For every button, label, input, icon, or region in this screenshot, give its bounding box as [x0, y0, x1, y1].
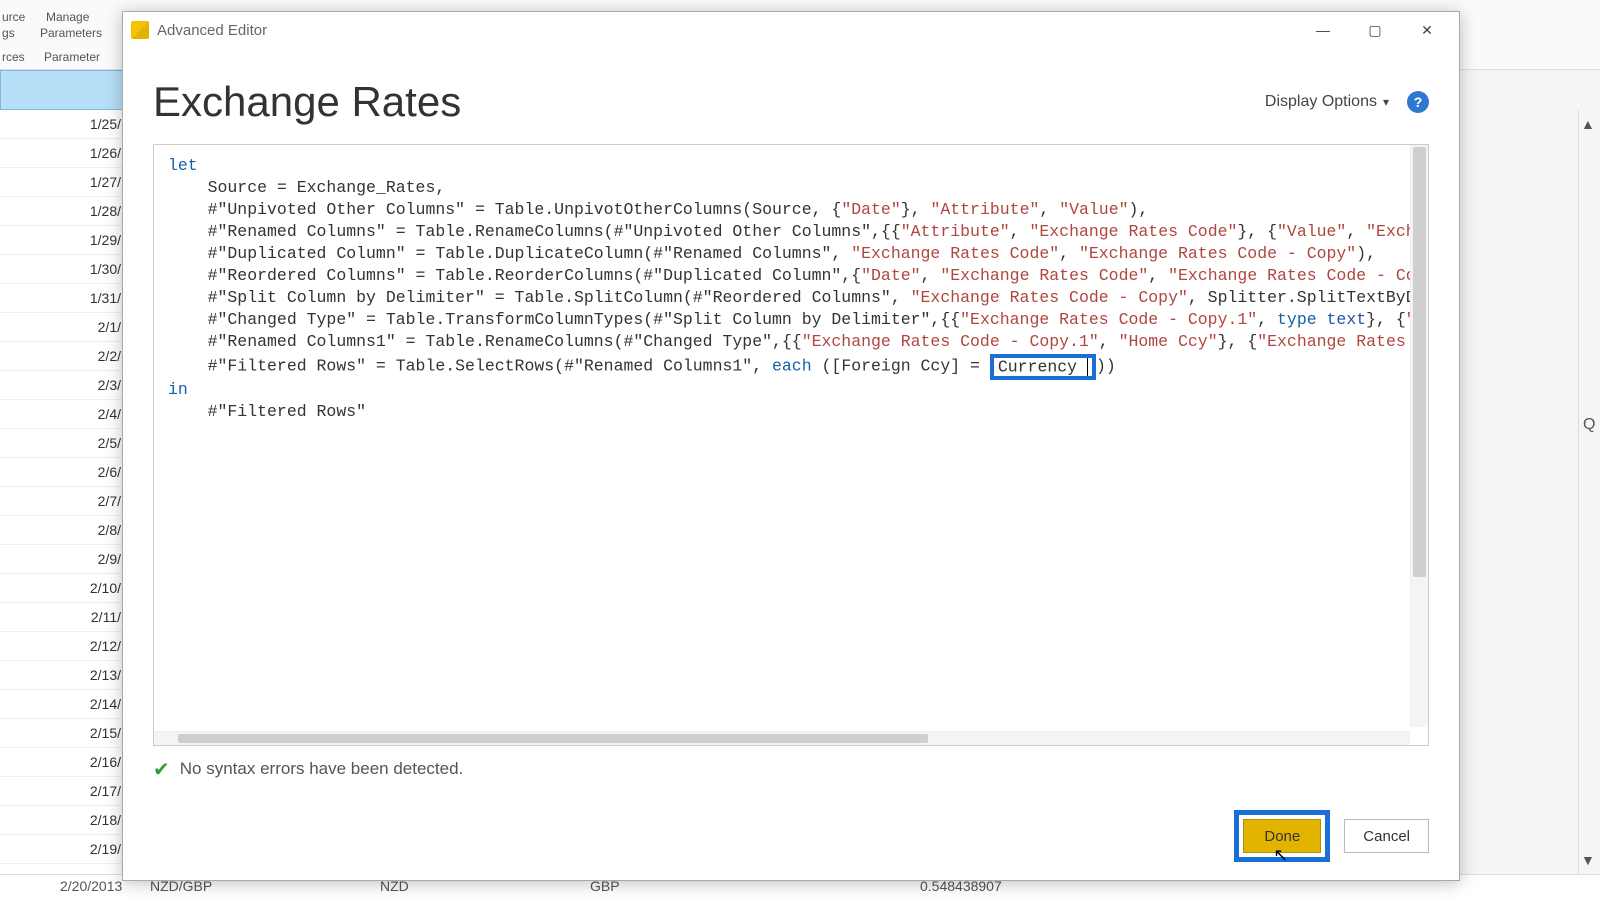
t: urce	[2, 10, 25, 24]
t: rces	[2, 50, 25, 64]
grid-date-cell[interactable]: 1/31/	[0, 284, 129, 313]
done-button[interactable]: Done	[1243, 819, 1321, 853]
t: Parameters	[40, 26, 102, 40]
grid-date-cell[interactable]: 2/15/	[0, 719, 129, 748]
syntax-status: ✔ No syntax errors have been detected.	[153, 756, 1429, 782]
minimize-button[interactable]: —	[1297, 14, 1349, 46]
grid-date-cell[interactable]: 2/4/	[0, 400, 129, 429]
outer-vscroll[interactable]: ▲ Q ▼	[1578, 110, 1600, 874]
scroll-down-icon[interactable]: ▼	[1581, 852, 1595, 868]
code-editor[interactable]: let Source = Exchange_Rates, #"Unpivoted…	[153, 144, 1429, 746]
scroll-up-icon[interactable]: ▲	[1581, 116, 1595, 132]
grid-date-cell[interactable]: 1/29/	[0, 226, 129, 255]
letter: Q	[1583, 416, 1595, 434]
editor-hscroll[interactable]	[154, 731, 1410, 745]
vscroll-thumb[interactable]	[1413, 147, 1426, 577]
maximize-button[interactable]: ▢	[1349, 14, 1401, 46]
display-options-label: Display Options	[1265, 93, 1377, 110]
grid-date-cell[interactable]: 2/2/	[0, 342, 129, 371]
grid-date-cell[interactable]: 2/6/	[0, 458, 129, 487]
grid-date-cell[interactable]: 2/16/	[0, 748, 129, 777]
grid-date-cell[interactable]: 2/14/	[0, 690, 129, 719]
help-icon[interactable]: ?	[1407, 91, 1429, 113]
titlebar[interactable]: Advanced Editor — ▢ ✕	[123, 12, 1459, 48]
grid-date-cell[interactable]: 2/17/	[0, 777, 129, 806]
grid-date-cell[interactable]: 1/26/	[0, 139, 129, 168]
cancel-button[interactable]: Cancel	[1344, 819, 1429, 853]
done-button-highlight: Done ↖	[1234, 810, 1330, 862]
grid-date-cell[interactable]: 2/3/	[0, 371, 129, 400]
t: gs	[2, 26, 15, 40]
grid-date-cell[interactable]: 2/10/	[0, 574, 129, 603]
close-button[interactable]: ✕	[1401, 14, 1453, 46]
grid-date-cell[interactable]: 2/8/	[0, 516, 129, 545]
grid-date-cell[interactable]: 2/12/	[0, 632, 129, 661]
edited-token-highlight: Currency	[990, 354, 1096, 380]
window-title: Advanced Editor	[157, 22, 267, 39]
t: Manage	[46, 10, 89, 24]
grid-date-cell[interactable]: 2/18/	[0, 806, 129, 835]
grid-date-cell[interactable]: 2/11/	[0, 603, 129, 632]
grid-date-cell[interactable]: 2/9/	[0, 545, 129, 574]
check-icon: ✔	[153, 757, 170, 782]
grid-date-cell[interactable]: 2/13/	[0, 661, 129, 690]
grid-date-cell[interactable]: 2/19/	[0, 835, 129, 864]
grid-date-cell[interactable]: 1/27/	[0, 168, 129, 197]
display-options-dropdown[interactable]: Display Options ▾	[1265, 93, 1389, 111]
editor-vscroll[interactable]	[1410, 145, 1428, 727]
t: Parameter	[44, 50, 100, 64]
query-name-heading: Exchange Rates	[153, 78, 461, 126]
status-text: No syntax errors have been detected.	[180, 759, 464, 779]
chevron-down-icon: ▾	[1383, 95, 1389, 109]
advanced-editor-dialog: Advanced Editor — ▢ ✕ Exchange Rates Dis…	[122, 11, 1460, 881]
grid-bg: 1/25/1/26/1/27/1/28/1/29/1/30/1/31/2/1/2…	[0, 110, 130, 900]
grid-date-cell[interactable]: 1/28/	[0, 197, 129, 226]
app-icon	[131, 21, 149, 39]
grid-date-cell[interactable]: 2/5/	[0, 429, 129, 458]
grid-date-cell[interactable]: 1/30/	[0, 255, 129, 284]
grid-date-cell[interactable]: 2/1/	[0, 313, 129, 342]
hscroll-thumb[interactable]	[178, 734, 928, 743]
grid-date-cell[interactable]: 2/7/	[0, 487, 129, 516]
grid-date-cell[interactable]: 1/25/	[0, 110, 129, 139]
